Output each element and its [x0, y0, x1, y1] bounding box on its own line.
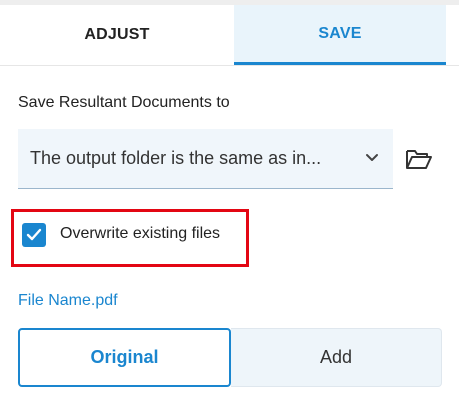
folder-open-icon[interactable] — [405, 146, 433, 172]
tab-bar: ADJUST SAVE — [0, 5, 459, 66]
name-mode-toggle: Original Add — [18, 328, 442, 387]
overwrite-label: Overwrite existing files — [60, 225, 221, 242]
tab-adjust[interactable]: ADJUST — [0, 5, 234, 65]
chevron-down-icon — [366, 154, 378, 161]
save-location-label: Save Resultant Documents to — [18, 94, 230, 111]
file-name-link[interactable]: File Name.pdf — [18, 292, 118, 310]
save-location-dropdown[interactable]: The output folder is the same as in... — [18, 129, 393, 189]
overwrite-checkbox[interactable] — [22, 223, 46, 247]
add-button[interactable]: Add — [231, 328, 442, 387]
tab-save[interactable]: SAVE — [234, 5, 446, 65]
save-location-value: The output folder is the same as in... — [30, 148, 322, 168]
original-button[interactable]: Original — [18, 328, 231, 387]
check-icon — [26, 228, 42, 241]
